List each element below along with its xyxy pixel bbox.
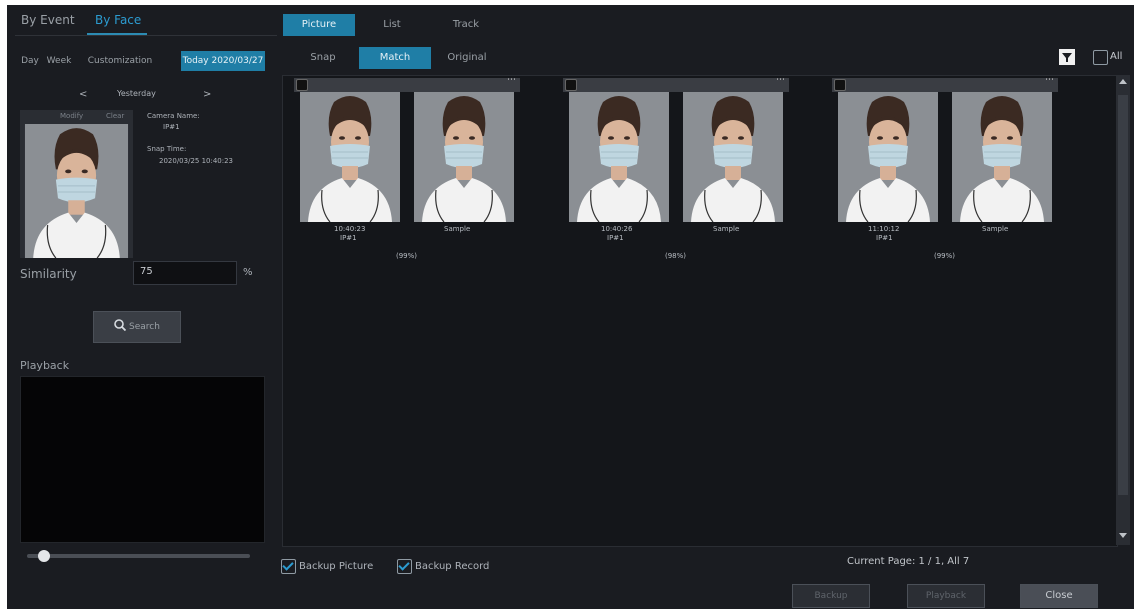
card-time: 10:40:26 <box>601 225 633 233</box>
day-nav-label: Yesterday <box>117 89 156 98</box>
date-filter-today[interactable]: Today 2020/03/27 <box>181 51 265 71</box>
similarity-label: Similarity <box>20 267 77 281</box>
card-camera: IP#1 <box>607 234 624 242</box>
playback-label: Playback <box>20 359 70 372</box>
card-select-checkbox[interactable] <box>565 79 577 91</box>
day-prev-button[interactable]: < <box>79 89 87 100</box>
result-card[interactable]: ⋯ 10:40:23 IP#1 Sample (99%) <box>294 75 520 268</box>
card-more-icon[interactable]: ⋯ <box>1045 75 1054 85</box>
date-filter-day[interactable]: Day <box>19 51 41 71</box>
left-tab-by-event[interactable]: By Event <box>21 13 75 27</box>
view-tab-track[interactable]: Track <box>431 14 501 36</box>
view-tab-list[interactable]: List <box>357 14 427 36</box>
backup-button[interactable]: Backup <box>792 584 870 608</box>
face-search-window: By Event By Face Day Week Customization … <box>7 5 1134 609</box>
camera-name-value: IP#1 <box>163 123 180 131</box>
card-header: ⋯ <box>294 75 520 92</box>
backup-picture-label: Backup Picture <box>299 561 374 572</box>
playback-video-area[interactable] <box>20 376 265 543</box>
backup-picture-checkbox[interactable] <box>281 559 296 574</box>
snap-face-image[interactable] <box>294 92 406 222</box>
query-face-image[interactable] <box>20 124 133 258</box>
result-card[interactable]: ⋯ 11:10:12 IP#1 Sample (99%) <box>832 75 1058 268</box>
filter-icon <box>1062 53 1072 62</box>
card-header: ⋯ <box>832 75 1058 92</box>
date-filter-bar: Day Week Customization Today 2020/03/27 <box>15 51 277 75</box>
playback-slider-track <box>27 554 250 558</box>
snap-time-value: 2020/03/25 10:40:23 <box>159 157 234 165</box>
playback-button[interactable]: Playback <box>907 584 985 608</box>
match-tab-match[interactable]: Match <box>359 47 431 69</box>
select-all-label: All <box>1110 51 1123 62</box>
card-score: (99%) <box>396 252 418 260</box>
snap-time-label: Snap Time: <box>147 145 187 153</box>
similarity-input-value: 75 <box>140 266 153 277</box>
select-all-checkbox[interactable] <box>1093 50 1108 65</box>
search-button-label: Search <box>129 322 160 332</box>
playback-slider-knob[interactable] <box>38 550 50 562</box>
match-tab-snap[interactable]: Snap <box>287 47 359 69</box>
card-more-icon[interactable]: ⋯ <box>776 75 785 85</box>
backup-record-label: Backup Record <box>415 561 490 572</box>
snap-face-image[interactable] <box>563 92 675 222</box>
similarity-unit: % <box>243 267 253 278</box>
scrollbar-thumb[interactable] <box>1118 95 1128 495</box>
search-button[interactable]: Search <box>93 311 181 343</box>
face-subtab-modify[interactable]: Modify <box>60 112 83 120</box>
filter-button[interactable] <box>1059 49 1075 65</box>
card-camera: IP#1 <box>876 234 893 242</box>
card-sample-label: Sample <box>713 225 740 233</box>
camera-name-label: Camera Name: <box>147 112 200 120</box>
card-camera: IP#1 <box>340 234 357 242</box>
card-select-checkbox[interactable] <box>834 79 846 91</box>
backup-record-checkbox[interactable] <box>397 559 412 574</box>
card-sample-label: Sample <box>982 225 1009 233</box>
date-filter-week[interactable]: Week <box>45 51 73 71</box>
result-card[interactable]: ⋯ 10:40:26 IP#1 Sample (98%) <box>563 75 789 268</box>
card-time: 10:40:23 <box>334 225 366 233</box>
snap-face-image[interactable] <box>832 92 944 222</box>
match-tab-original[interactable]: Original <box>431 47 503 69</box>
close-button[interactable]: Close <box>1020 584 1098 608</box>
playback-slider[interactable] <box>27 550 250 562</box>
face-subtab-clear[interactable]: Clear <box>106 112 124 120</box>
search-icon <box>114 319 127 332</box>
face-image-panel: Modify Clear <box>20 110 133 258</box>
scroll-down-icon[interactable] <box>1119 533 1127 538</box>
left-tab-by-face[interactable]: By Face <box>95 13 141 27</box>
card-sample-label: Sample <box>444 225 471 233</box>
day-next-button[interactable]: > <box>203 89 211 100</box>
card-time: 11:10:12 <box>868 225 900 233</box>
card-select-checkbox[interactable] <box>296 79 308 91</box>
similarity-input[interactable]: 75 <box>133 261 237 285</box>
scroll-up-icon[interactable] <box>1119 79 1127 84</box>
card-header: ⋯ <box>563 75 789 92</box>
card-more-icon[interactable]: ⋯ <box>507 75 516 85</box>
card-score: (99%) <box>934 252 956 260</box>
date-filter-customization[interactable]: Customization <box>81 51 159 71</box>
card-score: (98%) <box>665 252 687 260</box>
tab-divider <box>15 35 277 36</box>
view-tab-picture[interactable]: Picture <box>283 14 355 36</box>
sample-face-image[interactable] <box>677 92 789 222</box>
sample-face-image[interactable] <box>946 92 1058 222</box>
sample-face-image[interactable] <box>408 92 520 222</box>
results-scrollbar[interactable] <box>1116 75 1130 545</box>
page-info: Current Page: 1 / 1, All 7 <box>847 556 970 567</box>
